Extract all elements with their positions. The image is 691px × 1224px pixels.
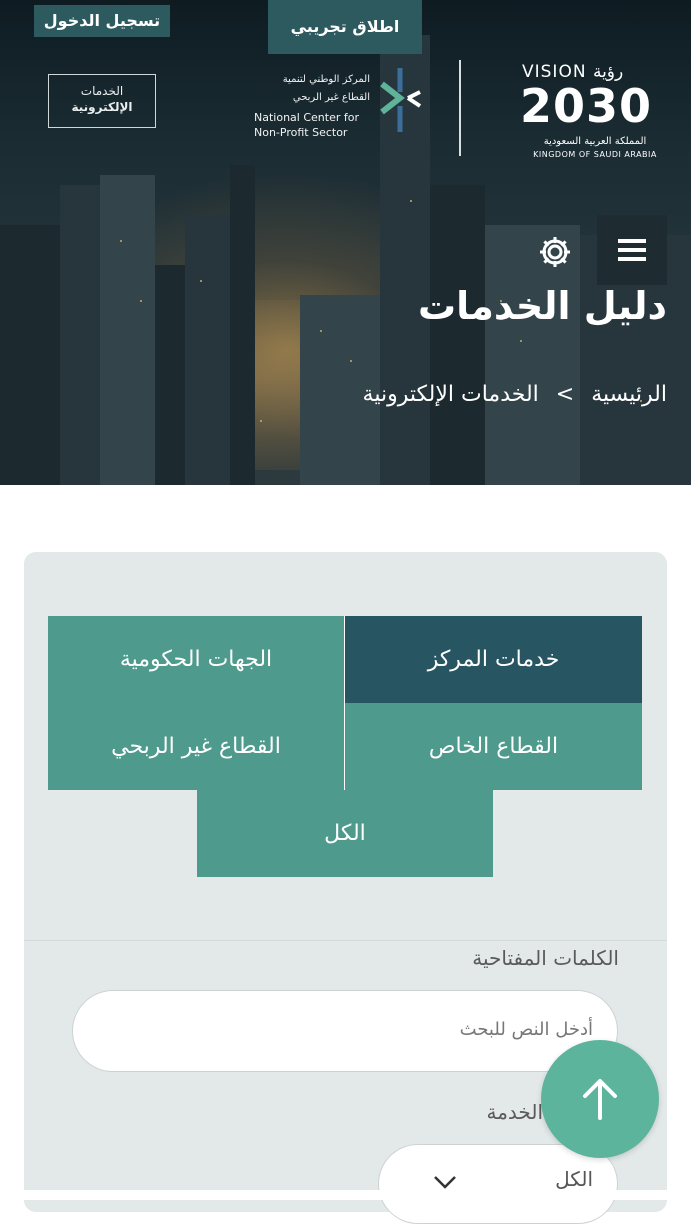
tab-center-services[interactable]: خدمات المركز	[345, 616, 642, 703]
breadcrumb: الرئيسية > الخدمات الإلكترونية	[353, 382, 667, 407]
eservices-logo-line1: الخدمات	[80, 84, 124, 98]
tab-government[interactable]: الجهات الحكومية	[48, 616, 344, 703]
ncnp-logo-arabic-line1: المركز الوطني لتنمية	[282, 74, 370, 85]
tab-separator	[344, 616, 345, 790]
breadcrumb-home[interactable]: الرئيسية	[591, 382, 667, 407]
vision-2030-logo[interactable]: VISION رؤية 2030 المملكة العربية السعودي…	[518, 58, 668, 162]
ncnp-logo-english-line1: National Center for	[254, 111, 359, 124]
vision-year: 2030	[520, 79, 653, 133]
filter-tabs: خدمات المركز الجهات الحكومية القطاع الخا…	[48, 616, 642, 878]
arrow-up-icon	[583, 1079, 617, 1120]
hamburger-icon	[618, 239, 646, 243]
trial-launch-button[interactable]: اطلاق تجريبي	[268, 0, 422, 54]
login-button[interactable]: تسجيل الدخول	[34, 5, 170, 37]
tab-private-sector[interactable]: القطاع الخاص	[345, 703, 642, 790]
hamburger-menu-button[interactable]	[597, 215, 667, 285]
chevron-down-icon	[434, 1176, 456, 1189]
breadcrumb-current[interactable]: الخدمات الإلكترونية	[363, 382, 539, 407]
vision-kingdom-english: KINGDOM OF SAUDI ARABIA	[533, 150, 657, 159]
eservices-logo[interactable]: الخدمات الإلكترونية	[48, 74, 156, 128]
tab-all[interactable]: الكل	[197, 790, 493, 877]
tab-nonprofit-sector[interactable]: القطاع غير الربحي	[48, 703, 344, 790]
keywords-label: الكلمات المفتاحية	[472, 946, 619, 970]
ncnp-logo[interactable]: المركز الوطني لتنمية القطاع غير الربحي N…	[250, 62, 460, 152]
breadcrumb-separator: >	[555, 382, 575, 407]
service-label: الخدمة	[486, 1100, 544, 1124]
gear-icon[interactable]	[538, 235, 572, 269]
section-divider	[24, 940, 667, 941]
eservices-logo-line2: الإلكترونية	[71, 100, 133, 114]
ncnp-logo-arabic-line2: القطاع غير الربحي	[292, 92, 370, 103]
service-select[interactable]: الكل	[378, 1144, 618, 1224]
logo-divider	[459, 60, 461, 156]
service-selected-value: الكل	[555, 1167, 593, 1191]
scroll-to-top-button[interactable]	[541, 1040, 659, 1158]
ncnp-emblem-icon	[380, 68, 422, 132]
ncnp-logo-english: National Center for Non-Profit Sector	[254, 110, 394, 140]
vision-kingdom-arabic: المملكة العربية السعودية	[543, 136, 647, 147]
search-input[interactable]: أدخل النص للبحث	[72, 990, 618, 1072]
page-title: دليل الخدمات	[417, 284, 667, 328]
search-placeholder: أدخل النص للبحث	[459, 1019, 593, 1040]
ncnp-logo-english-line2: Non-Profit Sector	[254, 126, 348, 139]
bottom-bar	[0, 1190, 691, 1200]
